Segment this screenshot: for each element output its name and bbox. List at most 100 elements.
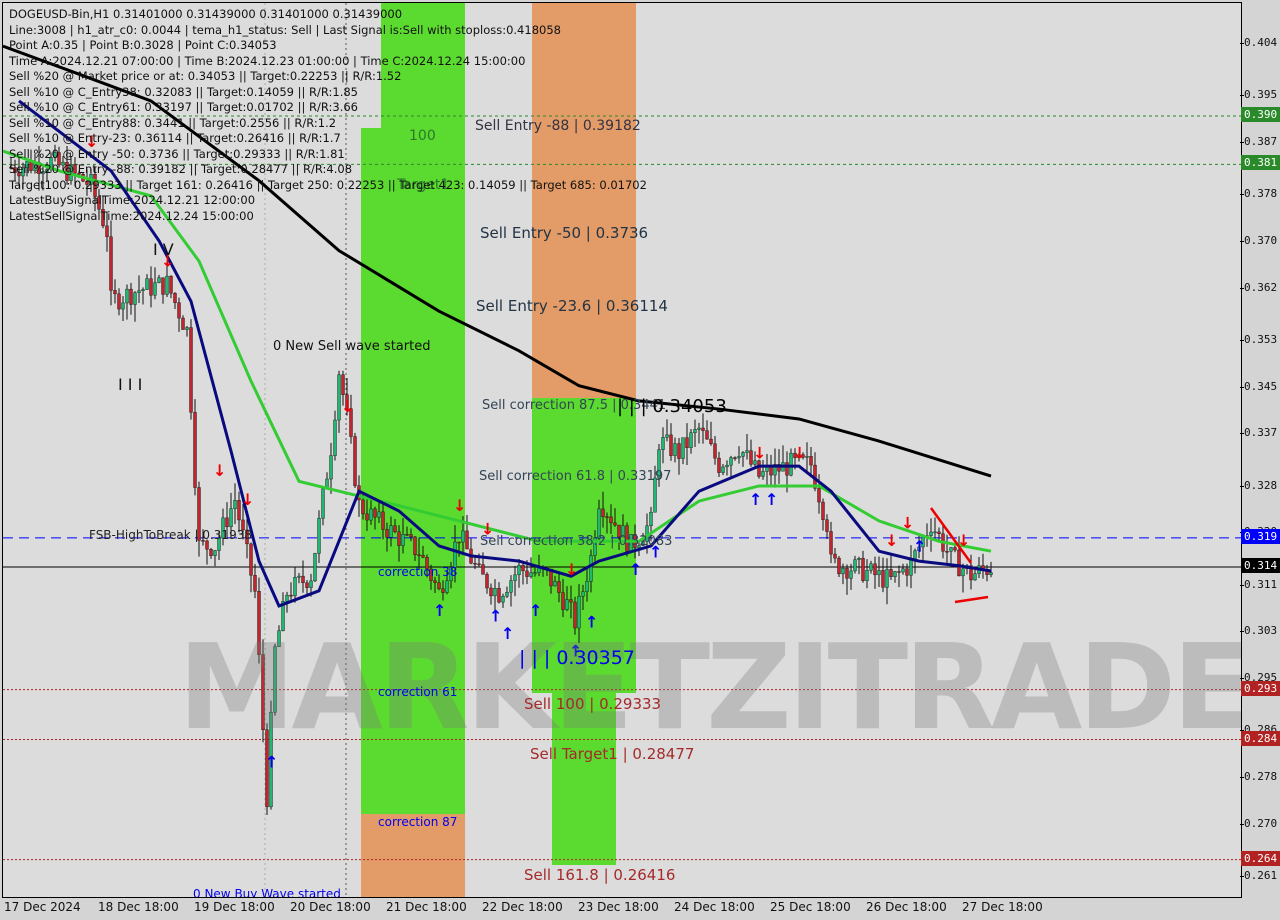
candle-body [301,575,305,584]
candle-body [477,563,481,566]
candle-body [877,570,881,576]
buy-arrow-icon: ↑ [433,601,446,620]
sell-arrow-icon: ↓ [885,531,898,550]
price-tick-label: 0.370 [1239,234,1278,248]
sell-arrow-icon: ↓ [565,560,578,579]
time-tick-label: 26 Dec 18:00 [866,900,947,914]
candle-body [353,436,357,486]
time-tick-label: 17 Dec 2024 [4,900,81,914]
candle-body [109,236,113,291]
price-tick-label: 0.303 [1239,624,1278,638]
candle-body [729,457,733,466]
info-line: Sell %10 @ C_Entry88: 0.3441 || Target:0… [9,115,337,130]
new-sell-wave-label: 0 New Sell wave started [273,339,431,354]
sell-arrow-icon: ↓ [213,461,226,480]
candle-body [945,551,949,553]
candle-body [365,513,369,521]
info-line: Sell %20 @ Entry -88: 0.39182 || Target:… [9,162,353,176]
candle-body [369,508,373,521]
candle-body [713,443,717,459]
candle-body [865,570,869,581]
sell-arrow-icon: ↓ [341,397,354,416]
candle-body [681,437,685,459]
candle-body [333,419,337,456]
candle-body [417,554,421,557]
price-tick-label: 0.387 [1239,135,1278,149]
candle-body [465,530,469,550]
candle-body [697,427,701,430]
candle-body [361,499,365,515]
candle-body [413,536,417,556]
time-axis[interactable]: 17 Dec 2024 18 Dec 18:00 19 Dec 18:00 20 De… [0,897,1240,920]
candle-body [585,581,589,592]
buy-arrow-icon: ↑ [629,560,642,579]
candle-body [341,374,345,395]
candle-body [609,516,613,524]
candle-body [441,588,445,593]
candle-body [293,577,297,597]
candle-body [685,437,689,448]
price-level-badge: 0.319 [1241,528,1280,544]
candle-body [897,571,901,573]
sell-1618-label: Sell 161.8 | 0.26416 [524,866,676,884]
candle-body [557,581,561,593]
sell-100-label: Sell 100 | 0.29333 [524,695,662,713]
candle-body [209,549,213,556]
candle-body [857,558,861,560]
candle-body [725,464,729,468]
info-line: Time A:2024.12.21 07:00:00 | Time B:2024… [9,53,526,68]
candle-body [289,594,293,597]
price-level-badge: 0.381 [1241,155,1280,171]
candle-body [153,282,157,296]
candle-body [569,599,573,603]
fsb-high-to-break-label: FSB-HighToBreak | 0.31938 [89,528,252,542]
candle-body [849,570,853,579]
candle-body [885,569,889,588]
buy-arrow-icon: ↑ [529,601,542,620]
info-line: Sell %20 @ Entry -50: 0.3736 || Target:0… [9,146,345,161]
candle-body [401,534,405,546]
candle-body [809,456,813,466]
candle-body [473,562,477,565]
info-line: DOGEUSD-Bin,H1 0.31401000 0.31439000 0.3… [9,7,403,21]
candle-body [817,488,821,503]
sell-arrow-icon: ↓ [241,490,254,509]
candle-body [581,591,585,597]
time-tick-label: 24 Dec 18:00 [674,900,755,914]
sell-arrow-icon: ↓ [957,531,970,550]
candle-body [613,522,617,526]
candle-body [845,568,849,579]
price-axis[interactable]: 0.404 0.395 0.387 0.378 0.370 0.362 0.353 0.345… [1239,0,1280,896]
candle-body [853,559,857,572]
sell-target1-label: Sell Target1 | 0.28477 [530,745,695,763]
time-tick-label: 21 Dec 18:00 [386,900,467,914]
chart-area[interactable]: ↓ ↓ ↓ ↓ ↓ ↓ ↓ ↓ ↓ ↓ ↓ ↓ ↓ ↑ ↑ ↑ ↑ ↑ ↑ ↑ ↑ ↑ ↑ ↑ ↑ MARKETZITRADE … [2,2,1242,898]
time-tick-label: 22 Dec 18:00 [482,900,563,914]
candle-body [229,508,233,528]
candle-body [157,277,161,283]
info-line: LatestBuySignalTime:2024.12.21 12:00:00 [9,193,256,207]
candle-body [501,595,505,603]
candle-body [421,555,425,558]
candle-body [709,438,713,444]
buy-arrow-icon: ↑ [913,537,926,556]
candle-body [909,558,913,576]
candle-body [453,541,457,568]
candle-body [677,443,681,459]
candle-body [733,457,737,459]
wave-iii-label: I I I [118,375,143,394]
candle-body [377,511,381,518]
candle-body [705,430,709,440]
candle-body [933,531,937,534]
price-tick-label: 0.345 [1239,379,1278,393]
candle-body [445,580,449,593]
price-tick-label: 0.278 [1239,769,1278,783]
candle-body [389,525,393,538]
candle-body [937,531,941,534]
price-level-badge: 0.314 [1241,557,1280,573]
price-tick-label: 0.337 [1239,426,1278,440]
price-tick-label: 0.362 [1239,280,1278,294]
candle-body [929,531,933,536]
candle-body [321,488,325,519]
candle-body [489,587,493,597]
